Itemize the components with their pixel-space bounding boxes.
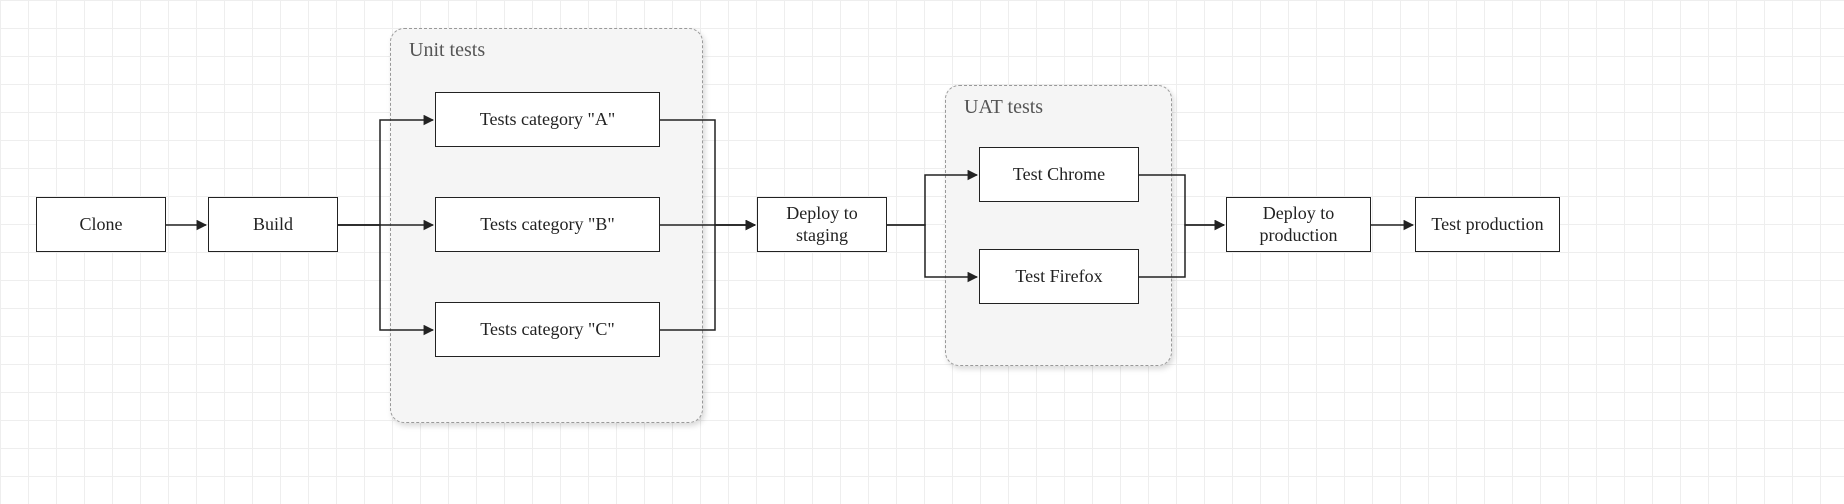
node-build-label: Build — [253, 214, 293, 236]
group-uat-tests-title: UAT tests — [964, 96, 1043, 119]
node-deploy-production[interactable]: Deploy to production — [1226, 197, 1371, 252]
group-unit-tests-title: Unit tests — [409, 39, 485, 62]
node-test-firefox-label: Test Firefox — [1015, 266, 1102, 288]
node-tests-c-label: Tests category "C" — [480, 319, 614, 341]
node-deploy-staging[interactable]: Deploy to staging — [757, 197, 887, 252]
flowchart-canvas: Unit tests UAT tests Clone Build Tests c… — [0, 0, 1844, 504]
edges-layer — [0, 0, 1844, 504]
node-test-chrome[interactable]: Test Chrome — [979, 147, 1139, 202]
node-deploy-production-label: Deploy to production — [1235, 203, 1362, 246]
node-build[interactable]: Build — [208, 197, 338, 252]
group-uat-tests: UAT tests — [945, 85, 1172, 366]
node-test-production[interactable]: Test production — [1415, 197, 1560, 252]
node-tests-a-label: Tests category "A" — [480, 109, 615, 131]
node-tests-b-label: Tests category "B" — [480, 214, 614, 236]
node-test-production-label: Test production — [1431, 214, 1543, 236]
node-deploy-staging-label: Deploy to staging — [766, 203, 878, 246]
node-tests-c[interactable]: Tests category "C" — [435, 302, 660, 357]
node-test-chrome-label: Test Chrome — [1013, 164, 1105, 186]
node-tests-a[interactable]: Tests category "A" — [435, 92, 660, 147]
node-clone-label: Clone — [80, 214, 123, 236]
node-clone[interactable]: Clone — [36, 197, 166, 252]
node-tests-b[interactable]: Tests category "B" — [435, 197, 660, 252]
node-test-firefox[interactable]: Test Firefox — [979, 249, 1139, 304]
